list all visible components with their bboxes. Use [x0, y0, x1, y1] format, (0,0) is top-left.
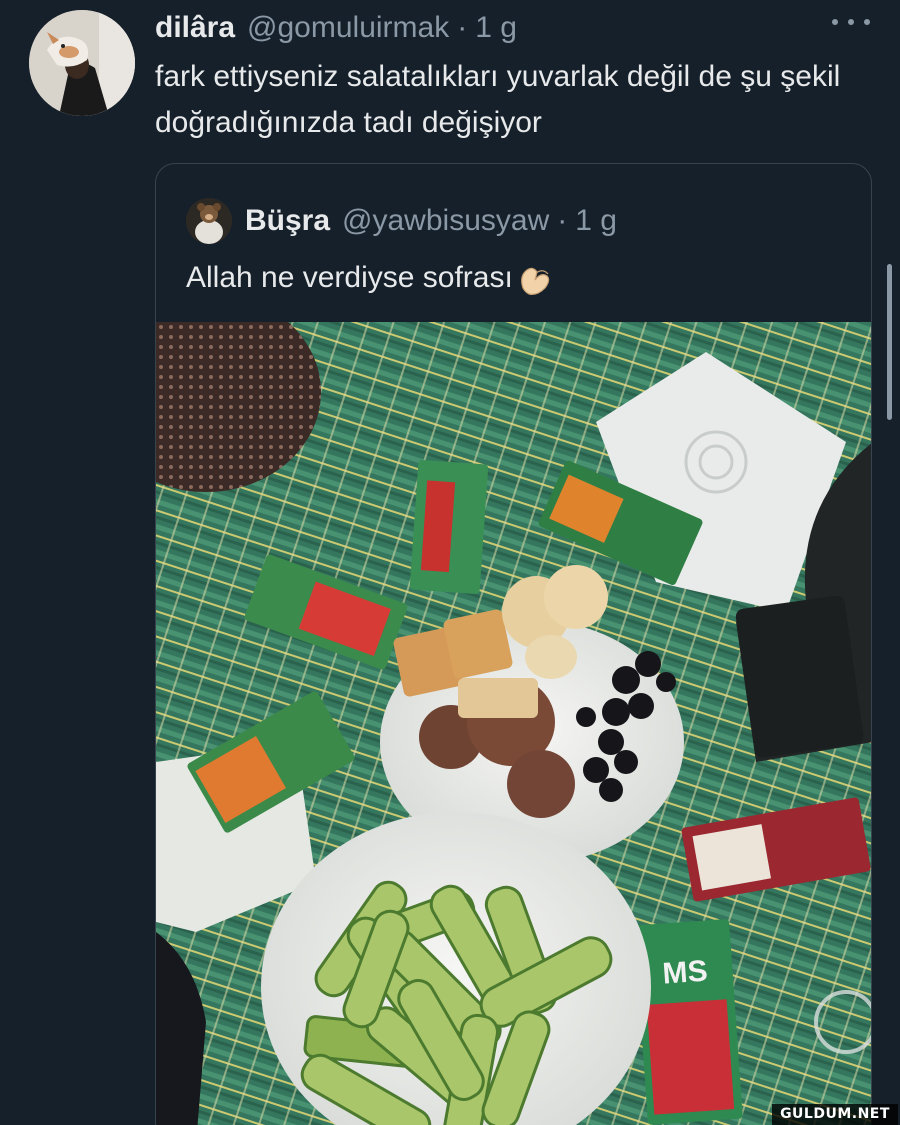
user-handle[interactable]: @gomuluirmak: [247, 11, 449, 45]
quoted-display-name[interactable]: Büşra: [245, 204, 330, 238]
scrollbar[interactable]: [887, 264, 892, 420]
attached-photo[interactable]: MS: [156, 322, 871, 1125]
quoted-user-handle[interactable]: @yawbisusyaw: [342, 204, 549, 238]
juice-box: [409, 459, 489, 595]
quoted-avatar[interactable]: [186, 198, 232, 244]
avatar-photo: [29, 10, 135, 116]
quoted-timestamp[interactable]: 1 g: [575, 204, 617, 238]
display-name[interactable]: dilâra: [155, 11, 235, 45]
more-horizontal-icon[interactable]: [832, 12, 870, 32]
juice-box: MS: [634, 919, 743, 1125]
pinching-hand-icon: [515, 258, 555, 298]
timestamp[interactable]: 1 g: [475, 11, 517, 45]
avatar[interactable]: [29, 10, 135, 116]
quoted-tweet-text: Allah ne verdiyse sofrası: [186, 261, 513, 294]
tweet-text: fark ettiyseniz salatalıkları yuvarlak d…: [155, 60, 841, 139]
quoted-avatar-photo: [186, 198, 232, 244]
quoted-tweet[interactable]: Büşra @yawbisusyaw · 1 g Allah ne verdiy…: [155, 163, 872, 1125]
juice-box-label: MS: [661, 955, 708, 991]
quoted-separator-dot: ·: [557, 204, 568, 237]
tweet: dilâra @gomuluirmak · 1 g fark ettiyseni…: [0, 0, 900, 1125]
quoted-tweet-header: Büşra @yawbisusyaw · 1 g: [245, 200, 617, 242]
watermark: GULDUM.NET: [772, 1104, 898, 1125]
separator-dot: ·: [457, 11, 468, 44]
quoted-tweet-text-row: Allah ne verdiyse sofrası: [186, 256, 555, 300]
tweet-header: dilâra @gomuluirmak · 1 g: [155, 8, 517, 48]
